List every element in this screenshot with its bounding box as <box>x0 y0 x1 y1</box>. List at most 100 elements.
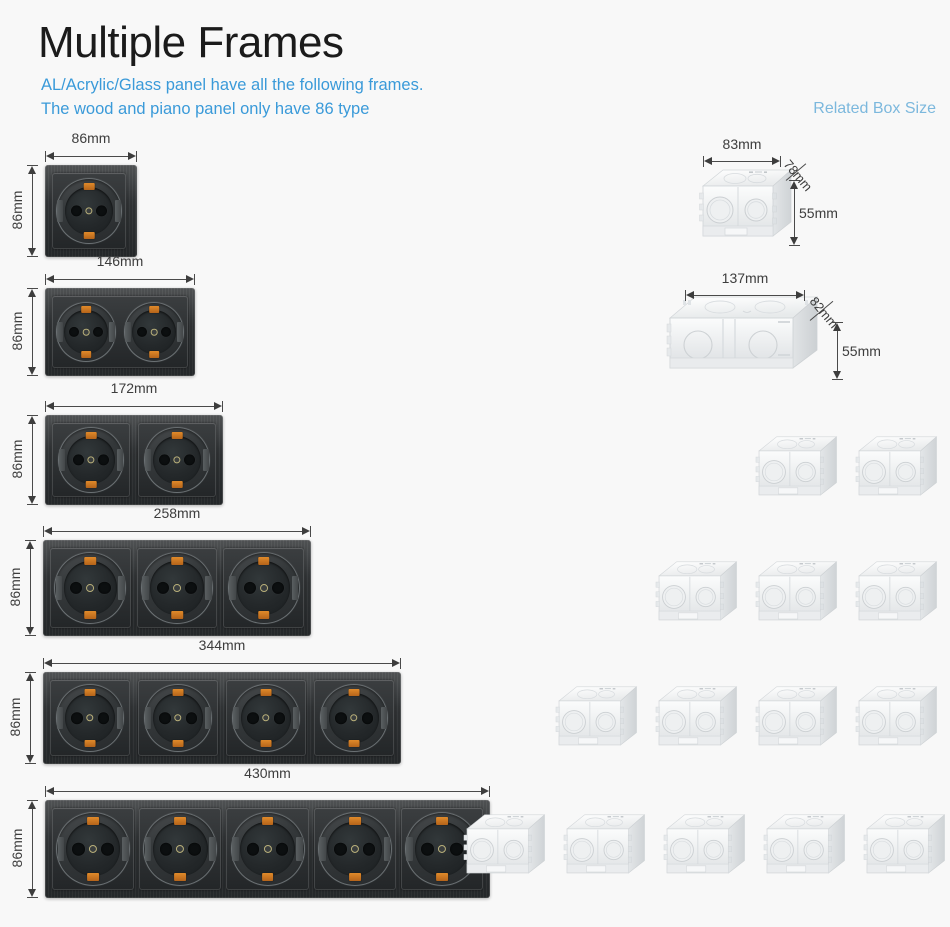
panel-1-gang-width-label: 86mm <box>71 130 111 146</box>
socket-pin-right <box>188 842 202 856</box>
earth-rail-left <box>55 576 63 600</box>
panel-1-gang <box>45 165 137 257</box>
schuko-socket <box>56 812 131 886</box>
earth-clip-bottom <box>435 872 448 881</box>
box-single <box>695 160 795 251</box>
earth-clip-bottom <box>171 481 183 489</box>
earth-clip-bottom <box>171 611 183 619</box>
wall-box-illustration <box>463 814 546 874</box>
earth-clip-top <box>348 688 360 697</box>
earth-rail-right <box>177 322 183 342</box>
box-double-width-dimension <box>685 289 805 301</box>
schuko-socket <box>232 684 300 752</box>
earth-rail-right <box>292 707 299 729</box>
earth-rail-left <box>406 837 414 861</box>
panel-4-gang-width-label: 344mm <box>198 637 246 653</box>
wall-box-illustration <box>655 561 738 621</box>
socket-pin-left <box>246 842 260 856</box>
panel-5-gang <box>45 800 490 898</box>
earth-rail-left <box>57 707 64 729</box>
schuko-socket <box>143 812 218 886</box>
related-box-size-label: Related Box Size <box>813 100 936 117</box>
socket-module <box>138 423 216 497</box>
earth-clip-top <box>172 688 184 697</box>
earth-clip-bottom <box>84 611 97 619</box>
panel-2-gang-172-width-label: 172mm <box>110 380 158 396</box>
socket-pin-right <box>362 842 376 856</box>
wall-box <box>652 678 740 754</box>
socket-module <box>313 808 396 890</box>
earth-rail-right <box>109 322 115 342</box>
wall-box-double-illustration <box>666 296 819 369</box>
socket-pin-left <box>72 842 85 856</box>
socket-module <box>226 680 306 756</box>
wall-box-illustration <box>655 686 738 746</box>
box-single-width-dimension <box>703 155 781 167</box>
earth-clip-bottom <box>348 739 360 748</box>
earth-rail-right <box>296 837 304 861</box>
schuko-socket <box>54 552 127 624</box>
earth-clip-top <box>257 557 270 565</box>
subtitle-block: AL/Acrylic/Glass panel have all the foll… <box>41 74 423 122</box>
schuko-socket <box>56 178 122 244</box>
wall-box <box>852 553 940 629</box>
panel-4-gang-height-label: 86mm <box>7 697 23 737</box>
earth-clip-bottom <box>260 739 272 748</box>
box-double-height-dimension <box>831 322 843 380</box>
schuko-socket <box>320 684 388 752</box>
wall-box <box>752 678 840 754</box>
header: Multiple Frames AL/Acrylic/Glass panel h… <box>38 18 423 121</box>
earth-clip-top <box>260 688 272 697</box>
earth-rail-left <box>59 449 66 471</box>
earth-clip-top <box>85 431 97 439</box>
earth-clip-bottom <box>85 481 97 489</box>
panel-5-gang-height-label: 86mm <box>9 828 25 868</box>
box-single-width-label: 83mm <box>722 136 762 152</box>
earth-rail-left <box>144 837 152 861</box>
socket-module <box>52 296 188 368</box>
schuko-socket <box>317 812 392 886</box>
panel-2-gang-146 <box>45 288 195 376</box>
box-double <box>665 288 825 385</box>
earth-rail-right <box>116 707 123 729</box>
wall-box <box>760 806 848 882</box>
subtitle-line-2: The wood and piano panel only have 86 ty… <box>41 99 370 118</box>
earth-clip-top <box>261 817 274 826</box>
wall-box <box>752 553 840 629</box>
earth-clip-top <box>83 182 95 190</box>
earth-clip-bottom <box>84 739 96 748</box>
page-title: Multiple Frames <box>38 18 344 67</box>
earth-clip-top <box>435 817 448 826</box>
panel-2-gang-172 <box>45 415 223 505</box>
socket-module <box>50 680 130 756</box>
panel-3-gang-width-label: 258mm <box>153 505 201 521</box>
box-single-height-label: 55mm <box>799 205 838 221</box>
earth-clip-top <box>84 557 97 565</box>
socket-pin-left <box>159 842 173 856</box>
wall-box-illustration <box>699 169 792 237</box>
box-row-4 <box>552 678 940 754</box>
socket-module <box>52 423 130 497</box>
earth-clip-top <box>348 817 361 826</box>
panel-5-gang-width-label: 430mm <box>244 765 291 781</box>
schuko-socket <box>56 684 124 752</box>
wall-box-illustration <box>755 561 838 621</box>
earth-rail-right <box>118 576 125 600</box>
socket-module <box>226 808 309 890</box>
earth-rail-left <box>145 707 152 729</box>
earth-clip-bottom <box>261 872 274 881</box>
socket-module <box>52 808 135 890</box>
socket-center-mark <box>259 584 268 592</box>
wall-box <box>560 806 648 882</box>
earth-clip-bottom <box>149 351 159 358</box>
earth-rail-right <box>121 837 129 861</box>
earth-rail-right <box>202 449 209 471</box>
earth-clip-top <box>81 306 91 313</box>
panel-4-gang-width-dimension <box>43 657 401 669</box>
schuko-socket <box>230 812 305 886</box>
panel-2-gang-146-width-dimension <box>45 273 195 285</box>
earth-clip-bottom <box>83 232 95 240</box>
socket-module <box>136 548 218 628</box>
wall-box-illustration <box>663 814 746 874</box>
earth-clip-top <box>149 306 159 313</box>
